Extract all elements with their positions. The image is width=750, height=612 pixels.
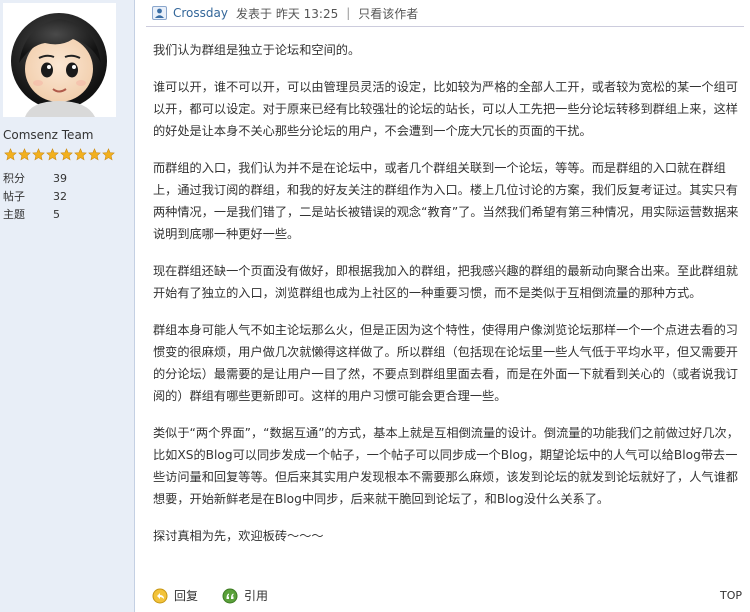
star-icon <box>88 148 101 161</box>
post-author-link[interactable]: Crossday <box>173 6 228 20</box>
reply-icon[interactable] <box>152 588 168 604</box>
user-rank-stars <box>4 148 115 164</box>
posted-label: 发表于 <box>235 6 272 21</box>
avatar-image <box>3 3 116 117</box>
avatar[interactable] <box>3 3 116 117</box>
star-icon <box>46 148 59 161</box>
post-time: 昨天 13:25 <box>275 6 339 21</box>
post-paragraph: 而群组的入口，我们认为并不是在论坛中，或者几个群组关联到一个论坛，等等。而是群组… <box>153 161 739 241</box>
post-paragraph: 我们认为群组是独立于论坛和空间的。 <box>153 43 361 57</box>
star-icon <box>32 148 45 161</box>
stat-label: 积分 <box>3 172 25 185</box>
star-icon <box>60 148 73 161</box>
star-icon <box>4 148 17 161</box>
stat-topics: 主题 5 <box>3 206 60 222</box>
post-paragraph: 类似于“两个界面”，“数据互通”的方式，基本上就是互相倒流量的设计。倒流量的功能… <box>153 426 739 506</box>
divider <box>146 26 744 27</box>
stat-value: 39 <box>53 172 67 185</box>
stat-value: 32 <box>53 190 67 203</box>
username[interactable]: Comsenz Team <box>3 128 93 142</box>
stat-label: 主题 <box>3 208 25 221</box>
post-info-bar: Crossday 发表于 昨天 13:25 | 只看该作者 <box>152 4 418 22</box>
user-sidebar: Comsenz Team 积分 39 帖子 32 主题 5 <box>0 0 135 612</box>
post-paragraph: 现在群组还缺一个页面没有做好，即根据我加入的群组，把我感兴趣的群组的最新动向聚合… <box>153 264 738 300</box>
reply-button[interactable]: 回复 <box>174 587 198 604</box>
quote-button[interactable]: 引用 <box>244 587 268 604</box>
separator: | <box>346 6 351 20</box>
stat-posts: 帖子 32 <box>3 188 67 204</box>
star-icon <box>74 148 87 161</box>
post-main: Crossday 发表于 昨天 13:25 | 只看该作者 我们认为群组是独立于… <box>136 0 750 612</box>
post-actions: 回复 引用 <box>152 587 268 604</box>
only-author-link[interactable]: 只看该作者 <box>358 5 418 22</box>
star-icon <box>102 148 115 161</box>
post-paragraph: 探讨真相为先，欢迎板砖～～～ <box>153 529 324 543</box>
stat-label: 帖子 <box>3 190 25 203</box>
post-paragraph: 谁可以开，谁不可以开，可以由管理员灵活的设定，比如较为严格的全部人工开，或者较为… <box>153 80 738 138</box>
stat-points: 积分 39 <box>3 170 67 186</box>
star-icon <box>18 148 31 161</box>
post-content: 我们认为群组是独立于论坛和空间的。 谁可以开，谁不可以开，可以由管理员灵活的设定… <box>153 39 747 562</box>
stat-value: 5 <box>53 208 60 221</box>
back-to-top-link[interactable]: TOP <box>720 589 742 602</box>
online-user-icon <box>152 6 167 20</box>
post-paragraph: 群组本身可能人气不如主论坛那么火，但是正因为这个特性，使得用户像浏览论坛那样一个… <box>153 323 738 403</box>
quote-icon[interactable] <box>222 588 238 604</box>
